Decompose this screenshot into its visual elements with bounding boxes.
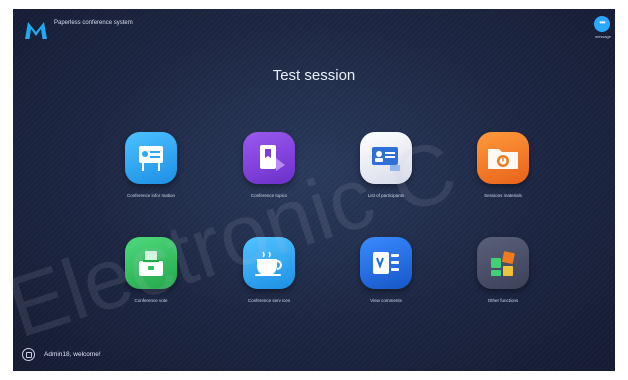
folder-icon — [477, 132, 529, 184]
tile-label: Conference infor mation — [126, 193, 176, 198]
topics-icon — [243, 132, 295, 184]
system-title: Paperless conference system — [54, 20, 133, 26]
tile-label: Conference vote — [134, 298, 168, 303]
tile-sessions-materials[interactable]: Sessions materials — [463, 132, 543, 199]
session-title: Test session — [272, 67, 356, 84]
apps-icon — [477, 237, 529, 289]
tile-label: Conference topics — [250, 193, 288, 198]
tile-label: Conference serv ices — [247, 298, 291, 303]
tile-conference-vote[interactable]: Conference vote — [111, 237, 191, 304]
tile-label: Sessions materials — [484, 193, 522, 198]
info-board-icon — [125, 132, 177, 184]
tile-list-of-participants[interactable]: List of participants — [346, 132, 426, 199]
welcome-text: Admin18, welcome! — [44, 351, 101, 358]
tile-label: Other functions — [487, 298, 519, 303]
logo-icon — [25, 22, 47, 39]
tile-other-functions[interactable]: Other functions — [463, 237, 543, 304]
tile-conference-information[interactable]: Conference infor mation — [111, 132, 191, 199]
message-label: message — [594, 34, 611, 39]
comments-icon — [360, 237, 412, 289]
tile-view-comments[interactable]: View comments — [346, 237, 426, 304]
tile-conference-services[interactable]: Conference serv ices — [229, 237, 309, 304]
tile-conference-topics[interactable]: Conference topics — [229, 132, 309, 199]
tile-label: View comments — [370, 298, 402, 303]
participants-icon — [360, 132, 412, 184]
logout-button[interactable] — [22, 348, 35, 361]
ballot-box-icon — [125, 237, 177, 289]
welcome-area: Admin18, welcome! — [22, 348, 101, 361]
power-icon — [25, 351, 32, 358]
chat-icon: ••• — [599, 17, 605, 27]
tile-label: List of participants — [367, 193, 405, 198]
message-button[interactable]: ••• — [594, 16, 610, 32]
app-screen: Paperless conference system ••• message … — [13, 9, 615, 371]
tea-cup-icon — [243, 237, 295, 289]
